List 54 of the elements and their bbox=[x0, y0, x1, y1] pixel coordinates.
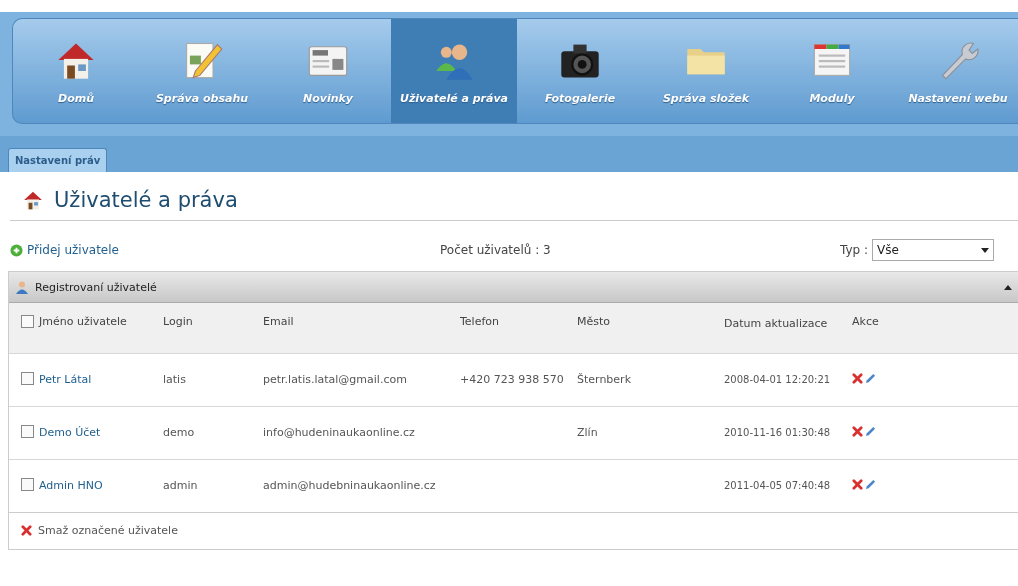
add-icon bbox=[10, 243, 23, 257]
type-select[interactable]: Vše bbox=[872, 239, 995, 261]
menu-item[interactable]: Moduly bbox=[769, 19, 895, 124]
type-label: Typ : bbox=[840, 243, 869, 257]
add-user-link[interactable]: Přidej uživatele bbox=[10, 243, 440, 257]
user-name-link[interactable]: Admin HNO bbox=[39, 479, 103, 492]
section-title: Registrovaní uživatelé bbox=[35, 280, 158, 294]
menu-item[interactable]: Fotogalerie bbox=[517, 19, 643, 124]
user-count: Počet uživatelů : 3 bbox=[440, 243, 552, 257]
edit-pencil-icon[interactable] bbox=[865, 372, 876, 384]
column-header: Login bbox=[163, 315, 193, 328]
sub-tab[interactable]: Nastavení práv bbox=[8, 148, 108, 172]
delete-icon[interactable] bbox=[852, 478, 863, 490]
column-header: Město bbox=[577, 315, 611, 328]
user-name-link[interactable]: Petr Látal bbox=[39, 373, 92, 386]
table-cell: petr.latis.latal@gmail.com bbox=[263, 373, 407, 386]
house-icon bbox=[22, 189, 44, 211]
edit-pencil-icon[interactable] bbox=[865, 425, 876, 437]
dropdown-caret-icon bbox=[981, 247, 990, 253]
column-header: Telefon bbox=[460, 315, 499, 328]
menu-item[interactable]: Správa obsahu bbox=[139, 19, 265, 124]
page-title: Uživatelé a práva bbox=[54, 188, 238, 212]
menu-item[interactable]: Nastavení webu bbox=[895, 19, 1018, 124]
table-cell: admin bbox=[163, 479, 198, 492]
user-name-link[interactable]: Demo Účet bbox=[39, 426, 101, 439]
table-cell: 2010-11-16 01:30:48 bbox=[724, 427, 831, 438]
row-checkbox[interactable] bbox=[21, 424, 34, 438]
menu-item[interactable]: Novinky bbox=[265, 19, 391, 124]
delete-icon[interactable] bbox=[852, 372, 863, 384]
table-cell: admin@hudebninaukaonline.cz bbox=[263, 479, 436, 492]
menu-item[interactable]: Uživatelé a práva bbox=[391, 19, 517, 124]
row-checkbox[interactable] bbox=[21, 371, 34, 385]
menu-item[interactable]: Domů bbox=[13, 19, 139, 124]
menu-item[interactable]: Správa složek bbox=[643, 19, 769, 124]
delete-icon[interactable] bbox=[852, 425, 863, 437]
column-header: Akce bbox=[852, 315, 879, 328]
table-cell: +420 723 938 570 bbox=[460, 373, 564, 386]
select-all-checkbox[interactable] bbox=[21, 315, 34, 328]
user-icon bbox=[15, 280, 29, 294]
section-header[interactable]: Registrovaní uživatelé bbox=[9, 272, 1018, 303]
table-cell: demo bbox=[163, 426, 195, 439]
table-cell: 2008-04-01 12:20:21 bbox=[724, 374, 831, 385]
column-header: Jméno uživatele bbox=[39, 315, 127, 328]
column-header: Email bbox=[263, 315, 294, 328]
table-cell: info@hudeninaukaonline.cz bbox=[263, 426, 415, 439]
table-cell: Šternberk bbox=[577, 373, 631, 386]
table-cell: Zlín bbox=[577, 426, 598, 439]
delete-icon bbox=[21, 525, 32, 536]
table-cell: 2011-04-05 07:40:48 bbox=[724, 480, 831, 491]
row-checkbox[interactable] bbox=[21, 477, 34, 491]
table-cell: latis bbox=[163, 373, 186, 386]
delete-selected-link[interactable]: Smaž označené uživatele bbox=[21, 524, 178, 537]
column-header: Datum aktualizace bbox=[724, 317, 828, 330]
edit-pencil-icon[interactable] bbox=[865, 478, 876, 490]
